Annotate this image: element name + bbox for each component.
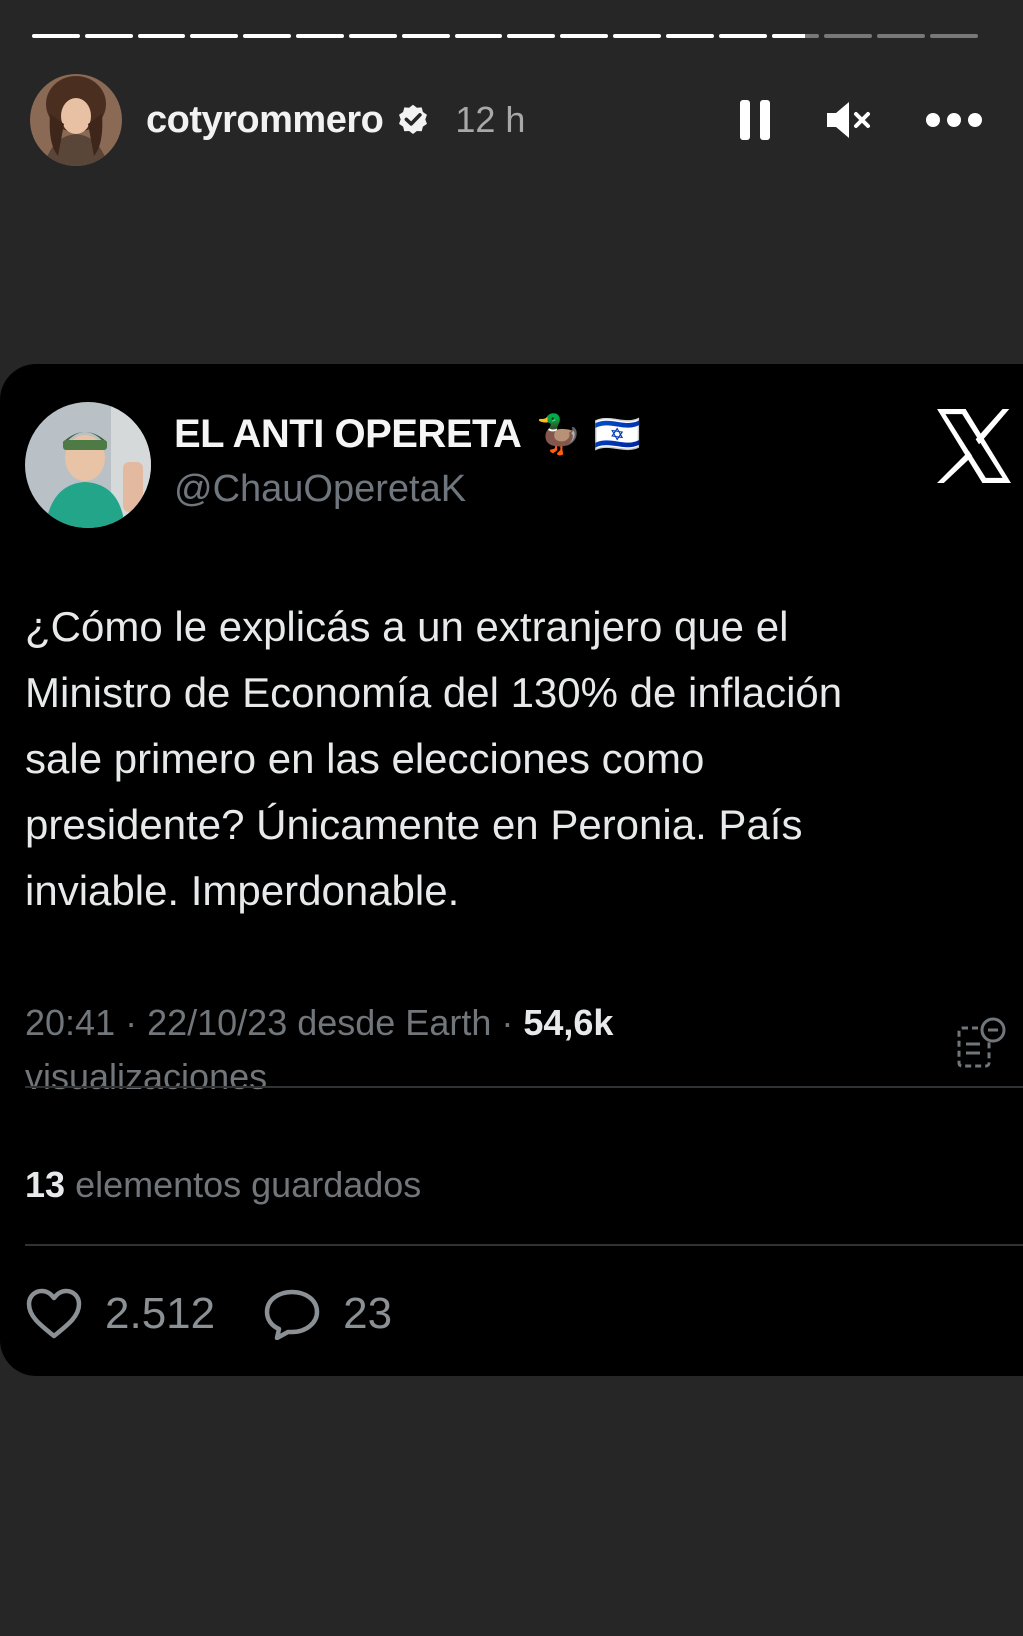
progress-segment-fill <box>243 34 292 38</box>
saved-count: 13 <box>25 1164 66 1205</box>
views-label: visualizaciones <box>25 1056 268 1097</box>
progress-segment-fill <box>560 34 609 38</box>
pause-button[interactable] <box>737 98 773 142</box>
progress-segment-fill <box>665 34 714 38</box>
progress-segment <box>137 34 186 38</box>
progress-segment <box>454 34 503 38</box>
progress-segment-fill <box>137 34 186 38</box>
notes-icon[interactable] <box>955 1016 1009 1070</box>
progress-segment-fill <box>718 34 767 38</box>
progress-segment <box>613 34 661 38</box>
reply-count: 23 <box>343 1289 393 1338</box>
heart-icon <box>26 1288 82 1339</box>
progress-segment <box>718 34 767 38</box>
tweet-line: ¿Cómo le explicás a un extranjero que el <box>25 603 789 650</box>
name-emojis: 🦆 🇮🇱 <box>535 412 641 456</box>
progress-segment <box>877 34 926 38</box>
tweet-text: ¿Cómo le explicás a un extranjero que el… <box>25 594 985 924</box>
progress-segment <box>348 34 397 38</box>
mute-icon <box>827 102 870 138</box>
progress-segment <box>560 34 609 38</box>
progress-segment <box>243 34 292 38</box>
verified-badge-icon <box>399 104 428 134</box>
progress-segment <box>190 34 239 38</box>
progress-segment-fill <box>771 34 806 38</box>
mute-button[interactable] <box>825 98 873 142</box>
like-button[interactable]: 2.512 <box>25 1288 215 1340</box>
progress-segment-fill <box>296 34 344 38</box>
reply-button[interactable]: 23 <box>263 1288 392 1340</box>
display-name-text[interactable]: EL ANTI OPERETA <box>174 412 522 457</box>
saved-count-row[interactable]: 13 elementos guardados <box>25 1164 421 1206</box>
like-count: 2.512 <box>105 1289 216 1338</box>
x-logo-icon[interactable] <box>932 404 1016 488</box>
tweet-handle[interactable]: @ChauOperetaK <box>174 468 466 511</box>
progress-segment <box>84 34 133 38</box>
username[interactable]: cotyrommero <box>146 99 384 142</box>
progress-segment <box>665 34 714 38</box>
views-count: 54,6k <box>523 1002 614 1043</box>
progress-segment-fill <box>401 34 450 38</box>
progress-segment <box>401 34 450 38</box>
avatar[interactable] <box>30 74 122 166</box>
tweet-line: presidente? Únicamente en Peronia. País <box>25 801 803 848</box>
progress-segment <box>824 34 873 38</box>
tweet-line: Ministro de Economía del 130% de inflaci… <box>25 669 843 716</box>
tweet-timestamp[interactable]: 20:41 · 22/10/23 desde Earth · <box>25 1002 513 1043</box>
progress-segment <box>507 34 556 38</box>
tweet-line: sale primero en las elecciones como <box>25 735 705 782</box>
post-time: 12 h <box>455 99 526 140</box>
more-icon <box>926 113 982 127</box>
progress-segment-fill <box>190 34 239 38</box>
more-button[interactable] <box>925 112 983 128</box>
progress-segment-fill <box>507 34 556 38</box>
progress-segment-fill <box>348 34 397 38</box>
progress-segment-fill <box>84 34 133 38</box>
progress-segment <box>32 34 80 38</box>
reply-icon <box>264 1289 320 1340</box>
saved-label: elementos guardados <box>75 1164 422 1205</box>
progress-segment-fill <box>32 34 80 38</box>
pause-icon <box>740 100 770 140</box>
tweet-author-avatar[interactable] <box>25 402 151 528</box>
tweet-line: inviable. Imperdonable. <box>25 867 460 914</box>
progress-segment <box>296 34 344 38</box>
story-header: cotyrommero 12 h <box>30 74 983 166</box>
tweet-display-name: EL ANTI OPERETA 🦆 🇮🇱 <box>174 412 641 457</box>
tweet-actions: 2.512 23 <box>25 1288 392 1340</box>
progress-segment-fill <box>613 34 661 38</box>
story-progress-bar <box>32 34 978 38</box>
tweet-card[interactable]: EL ANTI OPERETA 🦆 🇮🇱 @ChauOperetaK ¿Cómo… <box>0 364 1023 1376</box>
progress-segment <box>930 34 978 38</box>
divider <box>25 1086 1023 1088</box>
progress-segment-fill <box>454 34 503 38</box>
divider <box>25 1244 1023 1246</box>
progress-segment <box>771 34 820 38</box>
